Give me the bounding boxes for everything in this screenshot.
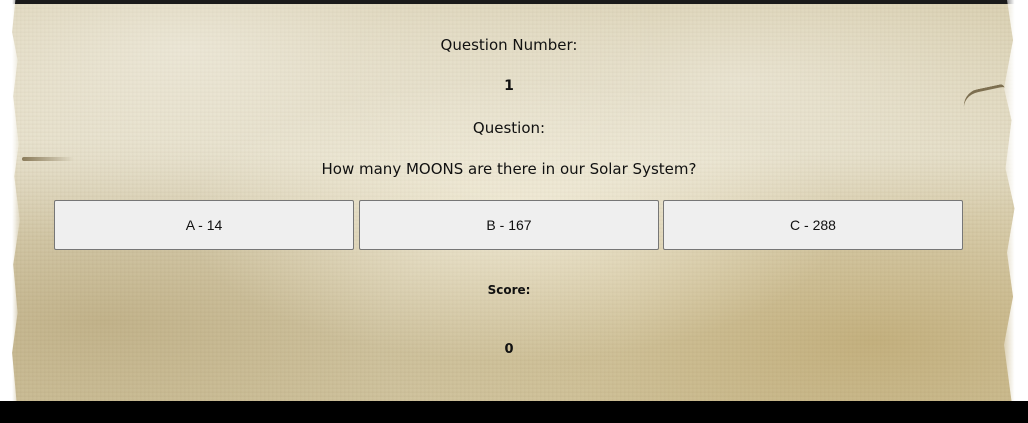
answer-b-button[interactable]: B - 167 (359, 200, 659, 250)
quiz-panel: Question Number: 1 Question: How many MO… (0, 0, 1018, 401)
question-text: How many MOONS are there in our Solar Sy… (321, 160, 697, 178)
answer-c-button[interactable]: C - 288 (663, 200, 963, 250)
answer-a-button[interactable]: A - 14 (54, 200, 354, 250)
question-number-value: 1 (504, 78, 514, 94)
question-label: Question: (472, 119, 546, 137)
score-value: 0 (504, 342, 514, 357)
question-number-label: Question Number: (440, 36, 578, 54)
score-label: Score: (487, 283, 531, 297)
